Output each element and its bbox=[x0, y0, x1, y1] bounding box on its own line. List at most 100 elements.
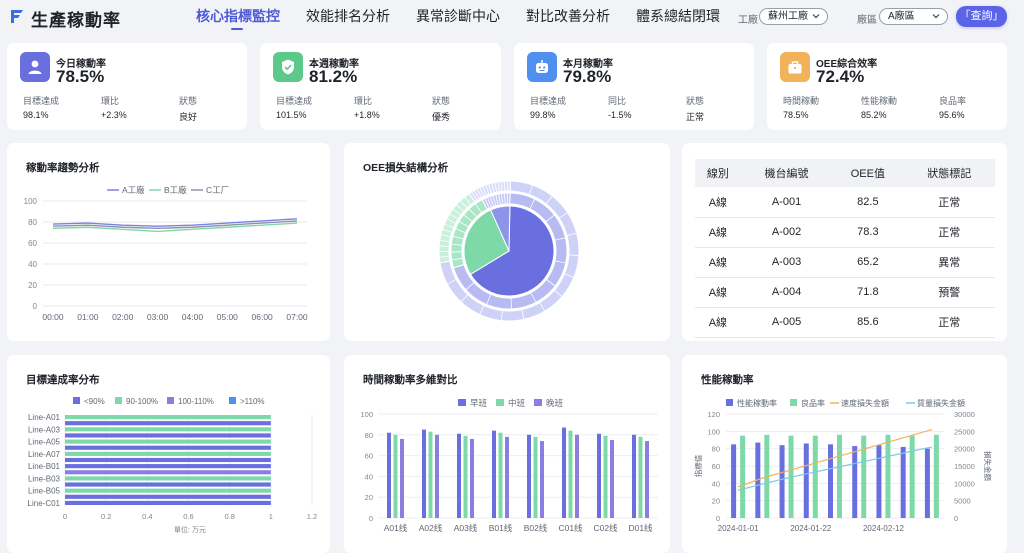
query-button[interactable]: 「查詢」 bbox=[956, 6, 1007, 27]
x-tick-label: B01线 bbox=[489, 523, 513, 533]
legend-label: 質量損失金額 bbox=[917, 398, 965, 408]
kpi-card-month: 本月稼動率 79.8% 目標達成 同比 狀態 99.8% -1.5% 正常 bbox=[514, 43, 754, 130]
bar bbox=[562, 427, 566, 518]
bar bbox=[65, 427, 271, 432]
kpi-sub-label: 時間稼動 bbox=[783, 96, 820, 106]
factory-select[interactable]: 蘇州工廠 bbox=[759, 8, 828, 25]
bar bbox=[65, 476, 271, 481]
x-tick-label: B02线 bbox=[524, 523, 548, 533]
chevron-down-icon bbox=[812, 14, 820, 19]
legend-label: B工廠 bbox=[164, 185, 187, 195]
bar bbox=[933, 434, 939, 518]
y-tick-label: 0 bbox=[33, 302, 38, 311]
kpi-sub-label: 環比 bbox=[101, 96, 120, 106]
bar bbox=[638, 436, 643, 518]
y-tick-label: 20 bbox=[712, 497, 720, 506]
table-cell: A-004 bbox=[740, 277, 833, 308]
kpi-value: 78.5% bbox=[56, 67, 105, 86]
area-select[interactable]: A廠區 bbox=[879, 8, 948, 25]
x-tick-label: 0 bbox=[63, 512, 67, 521]
legend-label: 良品率 bbox=[801, 398, 825, 408]
legend-swatch bbox=[726, 399, 733, 406]
nav-tab[interactable]: 體系總結閉環 bbox=[636, 0, 720, 34]
bar bbox=[65, 494, 271, 499]
y2-tick-label: 15000 bbox=[954, 462, 975, 471]
bar bbox=[470, 438, 474, 518]
table-row[interactable]: A線 A-005 85.6 正常 bbox=[695, 307, 995, 338]
x-tick-label: 2024-01-01 bbox=[718, 524, 759, 533]
kpi-card-week: 本週稼動率 81.2% 目標達成 環比 狀態 101.5% +1.8% 優秀 bbox=[260, 43, 501, 130]
y2-tick-label: 0 bbox=[954, 514, 958, 523]
y2-tick-label: 10000 bbox=[954, 479, 975, 488]
legend-swatch bbox=[458, 399, 466, 406]
bar bbox=[632, 434, 636, 518]
y2-tick-label: 25000 bbox=[954, 427, 975, 436]
kpi-icon-bg bbox=[527, 52, 557, 82]
x-tick-label: 07:00 bbox=[286, 312, 308, 322]
perf-panel: 性能稼動率 0 20 40 60 80 100 120 0 5000 10000 15000 2000… bbox=[682, 355, 1007, 553]
bar bbox=[65, 433, 271, 438]
bar bbox=[533, 436, 538, 518]
kpi-sub-label: 性能稼動 bbox=[861, 96, 898, 106]
kpi-icon-bg bbox=[20, 52, 50, 82]
table-row[interactable]: A線 A-003 65.2 異常 bbox=[695, 247, 995, 278]
legend-swatch bbox=[115, 397, 122, 404]
perf-combo-chart: 0 20 40 60 80 100 120 0 5000 10000 15000 20000 25000… bbox=[693, 398, 993, 533]
table-cell: A-001 bbox=[740, 187, 833, 218]
table-cell: 正常 bbox=[903, 307, 995, 338]
x-tick-label: 2024-02-12 bbox=[863, 524, 904, 533]
table-cell: 85.6 bbox=[832, 307, 904, 338]
table-cell: 正常 bbox=[903, 217, 995, 248]
legend-label: 早班 bbox=[470, 398, 488, 408]
kpi-sub-label: 目標達成 bbox=[276, 96, 313, 106]
legend-swatch bbox=[790, 399, 797, 406]
nav-tab[interactable]: 核心指標監控 bbox=[196, 0, 280, 34]
bar bbox=[575, 434, 579, 518]
nav-tab[interactable]: 異常診斷中心 bbox=[416, 0, 500, 34]
y-tick-label: Line-A01 bbox=[28, 413, 61, 422]
legend-label: C工厂 bbox=[206, 185, 229, 195]
bar bbox=[803, 443, 809, 518]
bar bbox=[65, 457, 271, 463]
y-tick-label: 20 bbox=[28, 281, 37, 290]
table-cell: 71.8 bbox=[832, 277, 904, 308]
bar bbox=[837, 434, 842, 518]
area-select-value: A廠區 bbox=[888, 11, 915, 22]
y-tick-label: Line-C01 bbox=[28, 499, 61, 508]
bar bbox=[65, 421, 271, 426]
bar bbox=[498, 432, 503, 518]
table-cell: A-002 bbox=[740, 217, 833, 248]
legend-swatch bbox=[229, 397, 236, 404]
nav-tab[interactable]: 對比改善分析 bbox=[526, 0, 610, 34]
kpi-sub-label: 同比 bbox=[608, 96, 627, 106]
table-cell: A-003 bbox=[740, 247, 833, 278]
x-tick-label: 02:00 bbox=[112, 312, 134, 322]
table-row[interactable]: A線 A-002 78.3 正常 bbox=[695, 217, 995, 248]
x-tick-label: A03线 bbox=[454, 523, 478, 533]
y-tick-label: 100 bbox=[360, 410, 373, 419]
kpi-sub-value: 正常 bbox=[686, 112, 705, 122]
machine-table: 線別 機台編號 OEE值 狀態標記 A線 A-001 82.5 正常 A線 A-… bbox=[695, 159, 995, 338]
table-row[interactable]: A線 A-001 82.5 正常 bbox=[695, 187, 995, 218]
table-cell: A線 bbox=[695, 307, 741, 338]
x-tick-label: D01线 bbox=[628, 523, 653, 533]
y-tick-label: 80 bbox=[712, 445, 720, 454]
legend-swatch bbox=[534, 399, 542, 406]
x-tick-label: A01线 bbox=[384, 523, 408, 533]
factory-label: 工廠 bbox=[738, 15, 758, 26]
bar bbox=[463, 435, 468, 518]
bar bbox=[568, 430, 573, 518]
y-tick-label: 60 bbox=[28, 239, 37, 248]
x-tick-label: 1 bbox=[269, 512, 273, 521]
legend-label: 90-100% bbox=[126, 397, 158, 406]
y-tick-label: 80 bbox=[28, 218, 37, 227]
kpi-sub-value: 78.5% bbox=[783, 110, 809, 120]
kpi-sub-label: 目標達成 bbox=[23, 96, 60, 106]
table-row[interactable]: A線 A-004 71.8 預警 bbox=[695, 277, 995, 308]
x-tick-label: 03:00 bbox=[147, 312, 169, 322]
legend-swatch bbox=[167, 397, 174, 404]
nav-tab[interactable]: 效能排名分析 bbox=[306, 0, 390, 34]
trend-panel: 稼動率趨勢分析 0 20 40 60 80 100 00:00 01:00 02:00 03:00… bbox=[7, 143, 330, 341]
y-tick-label: 0 bbox=[369, 514, 373, 523]
x-tick-label: 04:00 bbox=[182, 312, 204, 322]
